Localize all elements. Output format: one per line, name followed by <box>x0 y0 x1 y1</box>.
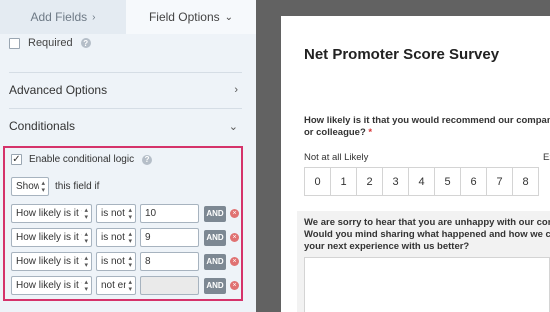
divider <box>9 108 242 109</box>
advanced-options-toggle[interactable]: Advanced Options › <box>9 82 242 98</box>
rule-field-select[interactable]: How likely is it th ▴▾ <box>11 276 92 295</box>
rule-row: How likely is it th ▴▾ is not ▴▾ 10 AND … <box>11 204 239 223</box>
nps-option[interactable]: 4 <box>408 167 435 196</box>
followup-question-line: We are sorry to hear that you are unhapp… <box>304 217 550 228</box>
rule-field-select[interactable]: How likely is it th ▴▾ <box>11 204 92 223</box>
required-option: Required ? <box>9 37 91 49</box>
nps-option[interactable]: 7 <box>486 167 513 196</box>
required-checkbox[interactable] <box>9 37 20 49</box>
updown-arrows-icon: ▴ ▾ <box>84 278 88 293</box>
rule-operator-value: not em <box>101 280 126 291</box>
delete-rule-icon[interactable]: × <box>230 281 239 290</box>
divider <box>9 72 242 73</box>
rule-value-input[interactable]: 10 <box>140 204 199 223</box>
question-icon[interactable]: ? <box>142 154 153 165</box>
followup-question-line: Would you mind sharing what happened and… <box>304 229 550 240</box>
enable-conditional-label: Enable conditional logic <box>29 154 135 165</box>
and-button[interactable]: AND <box>204 253 226 270</box>
advanced-options-label: Advanced Options <box>9 83 108 97</box>
followup-question-field[interactable]: We are sorry to hear that you are unhapp… <box>297 211 550 312</box>
rule-operator-select[interactable]: not em ▴▾ <box>96 276 136 295</box>
rule-value-input[interactable]: 9 <box>140 228 199 247</box>
action-select-value: Show <box>16 181 40 192</box>
nps-question-text: or colleague? <box>304 127 366 138</box>
rule-operator-select[interactable]: is not ▴ ▾ <box>96 252 136 271</box>
required-mark: * <box>368 127 373 138</box>
chevron-right-icon: › <box>92 11 96 23</box>
action-suffix: this field if <box>55 181 100 192</box>
followup-question-line: your next experience with us better? <box>304 241 470 252</box>
question-icon[interactable]: ? <box>80 38 91 48</box>
scale-high-label: Ex <box>543 152 550 163</box>
updown-arrows-icon: ▴ ▾ <box>84 254 88 269</box>
followup-textarea[interactable] <box>304 257 550 312</box>
chevron-right-icon: › <box>234 84 238 96</box>
form-title: Net Promoter Score Survey <box>304 46 500 63</box>
tab-add-fields-label: Add Fields <box>30 10 88 24</box>
chevron-down-icon: ⌄ <box>224 11 234 23</box>
and-button[interactable]: AND <box>204 229 226 246</box>
enable-conditional-checkbox[interactable]: ✓ <box>11 154 22 165</box>
rule-row: How likely is it th ▴▾ is not ▴▾ 8 AND × <box>11 252 239 271</box>
rule-field-value: How likely is it th <box>16 232 82 243</box>
action-row: Show ▴ ▾ this field if <box>11 177 99 196</box>
scale-low-label: Not at all Likely <box>304 152 369 163</box>
conditionals-toggle[interactable]: Conditionals ⌄ <box>9 118 242 134</box>
nps-option[interactable]: 1 <box>330 167 357 196</box>
rule-value-input[interactable]: 8 <box>140 252 199 271</box>
rule-row: How likely is it th ▴▾ not em ▴▾ AND × <box>11 276 239 295</box>
action-select[interactable]: Show ▴ ▾ <box>11 177 49 196</box>
updown-arrows-icon: ▴ ▾ <box>128 254 132 269</box>
form-preview-area: Net Promoter Score Survey How likely is … <box>256 0 550 312</box>
followup-question: We are sorry to hear that you are unhapp… <box>304 217 550 253</box>
rule-field-value: How likely is it th <box>16 280 82 291</box>
updown-arrows-icon: ▴ ▾ <box>84 230 88 245</box>
nps-option[interactable]: 3 <box>382 167 409 196</box>
rule-row: How likely is it th ▴▾ is not ▴▾ 9 AND × <box>11 228 239 247</box>
enable-conditional-logic: ✓ Enable conditional logic ? <box>11 154 153 165</box>
rule-operator-value: is not <box>101 232 125 243</box>
field-options-panel: Add Fields › Field Options ⌄ Required ? … <box>0 0 256 312</box>
rule-field-select[interactable]: How likely is it th ▴▾ <box>11 252 92 271</box>
nps-option[interactable]: 8 <box>512 167 539 196</box>
tab-field-options-label: Field Options <box>148 10 220 24</box>
tab-field-options[interactable]: Field Options ⌄ <box>126 0 256 34</box>
nps-question-line: or colleague? * <box>304 127 550 139</box>
rule-field-value: How likely is it th <box>16 256 82 267</box>
rule-operator-value: is not <box>101 208 125 219</box>
delete-rule-icon[interactable]: × <box>230 233 239 242</box>
nps-option[interactable]: 2 <box>356 167 383 196</box>
nps-scale: 0 1 2 3 4 5 6 7 8 <box>304 167 539 196</box>
delete-rule-icon[interactable]: × <box>230 257 239 266</box>
required-label: Required <box>28 37 73 49</box>
nps-option[interactable]: 6 <box>460 167 487 196</box>
conditionals-label: Conditionals <box>9 119 76 133</box>
conditional-logic-box: ✓ Enable conditional logic ? Show ▴ ▾ thi… <box>3 146 243 301</box>
panel-tabs: Add Fields › Field Options ⌄ <box>0 0 256 34</box>
updown-arrows-icon: ▴ ▾ <box>41 179 45 194</box>
rule-value-input <box>140 276 199 295</box>
nps-question-line: How likely is it that you would recommen… <box>304 115 550 126</box>
nps-option[interactable]: 0 <box>304 167 331 196</box>
tab-add-fields[interactable]: Add Fields › <box>0 0 126 34</box>
form-preview-card: Net Promoter Score Survey How likely is … <box>281 16 550 312</box>
updown-arrows-icon: ▴ ▾ <box>84 206 88 221</box>
rule-operator-value: is not <box>101 256 125 267</box>
rule-field-select[interactable]: How likely is it th ▴▾ <box>11 228 92 247</box>
nps-option[interactable]: 5 <box>434 167 461 196</box>
chevron-down-icon: ⌄ <box>228 120 238 133</box>
rule-operator-select[interactable]: is not ▴ ▾ <box>96 204 136 223</box>
and-button[interactable]: AND <box>204 205 226 222</box>
delete-rule-icon[interactable]: × <box>230 209 239 218</box>
rule-operator-select[interactable]: is not ▴ ▾ <box>96 228 136 247</box>
nps-question[interactable]: How likely is it that you would recommen… <box>304 115 550 139</box>
updown-arrows-icon: ▴ ▾ <box>128 278 132 293</box>
rule-field-value: How likely is it th <box>16 208 82 219</box>
updown-arrows-icon: ▴ ▾ <box>128 230 132 245</box>
updown-arrows-icon: ▴ ▾ <box>128 206 132 221</box>
and-button[interactable]: AND <box>204 277 226 294</box>
